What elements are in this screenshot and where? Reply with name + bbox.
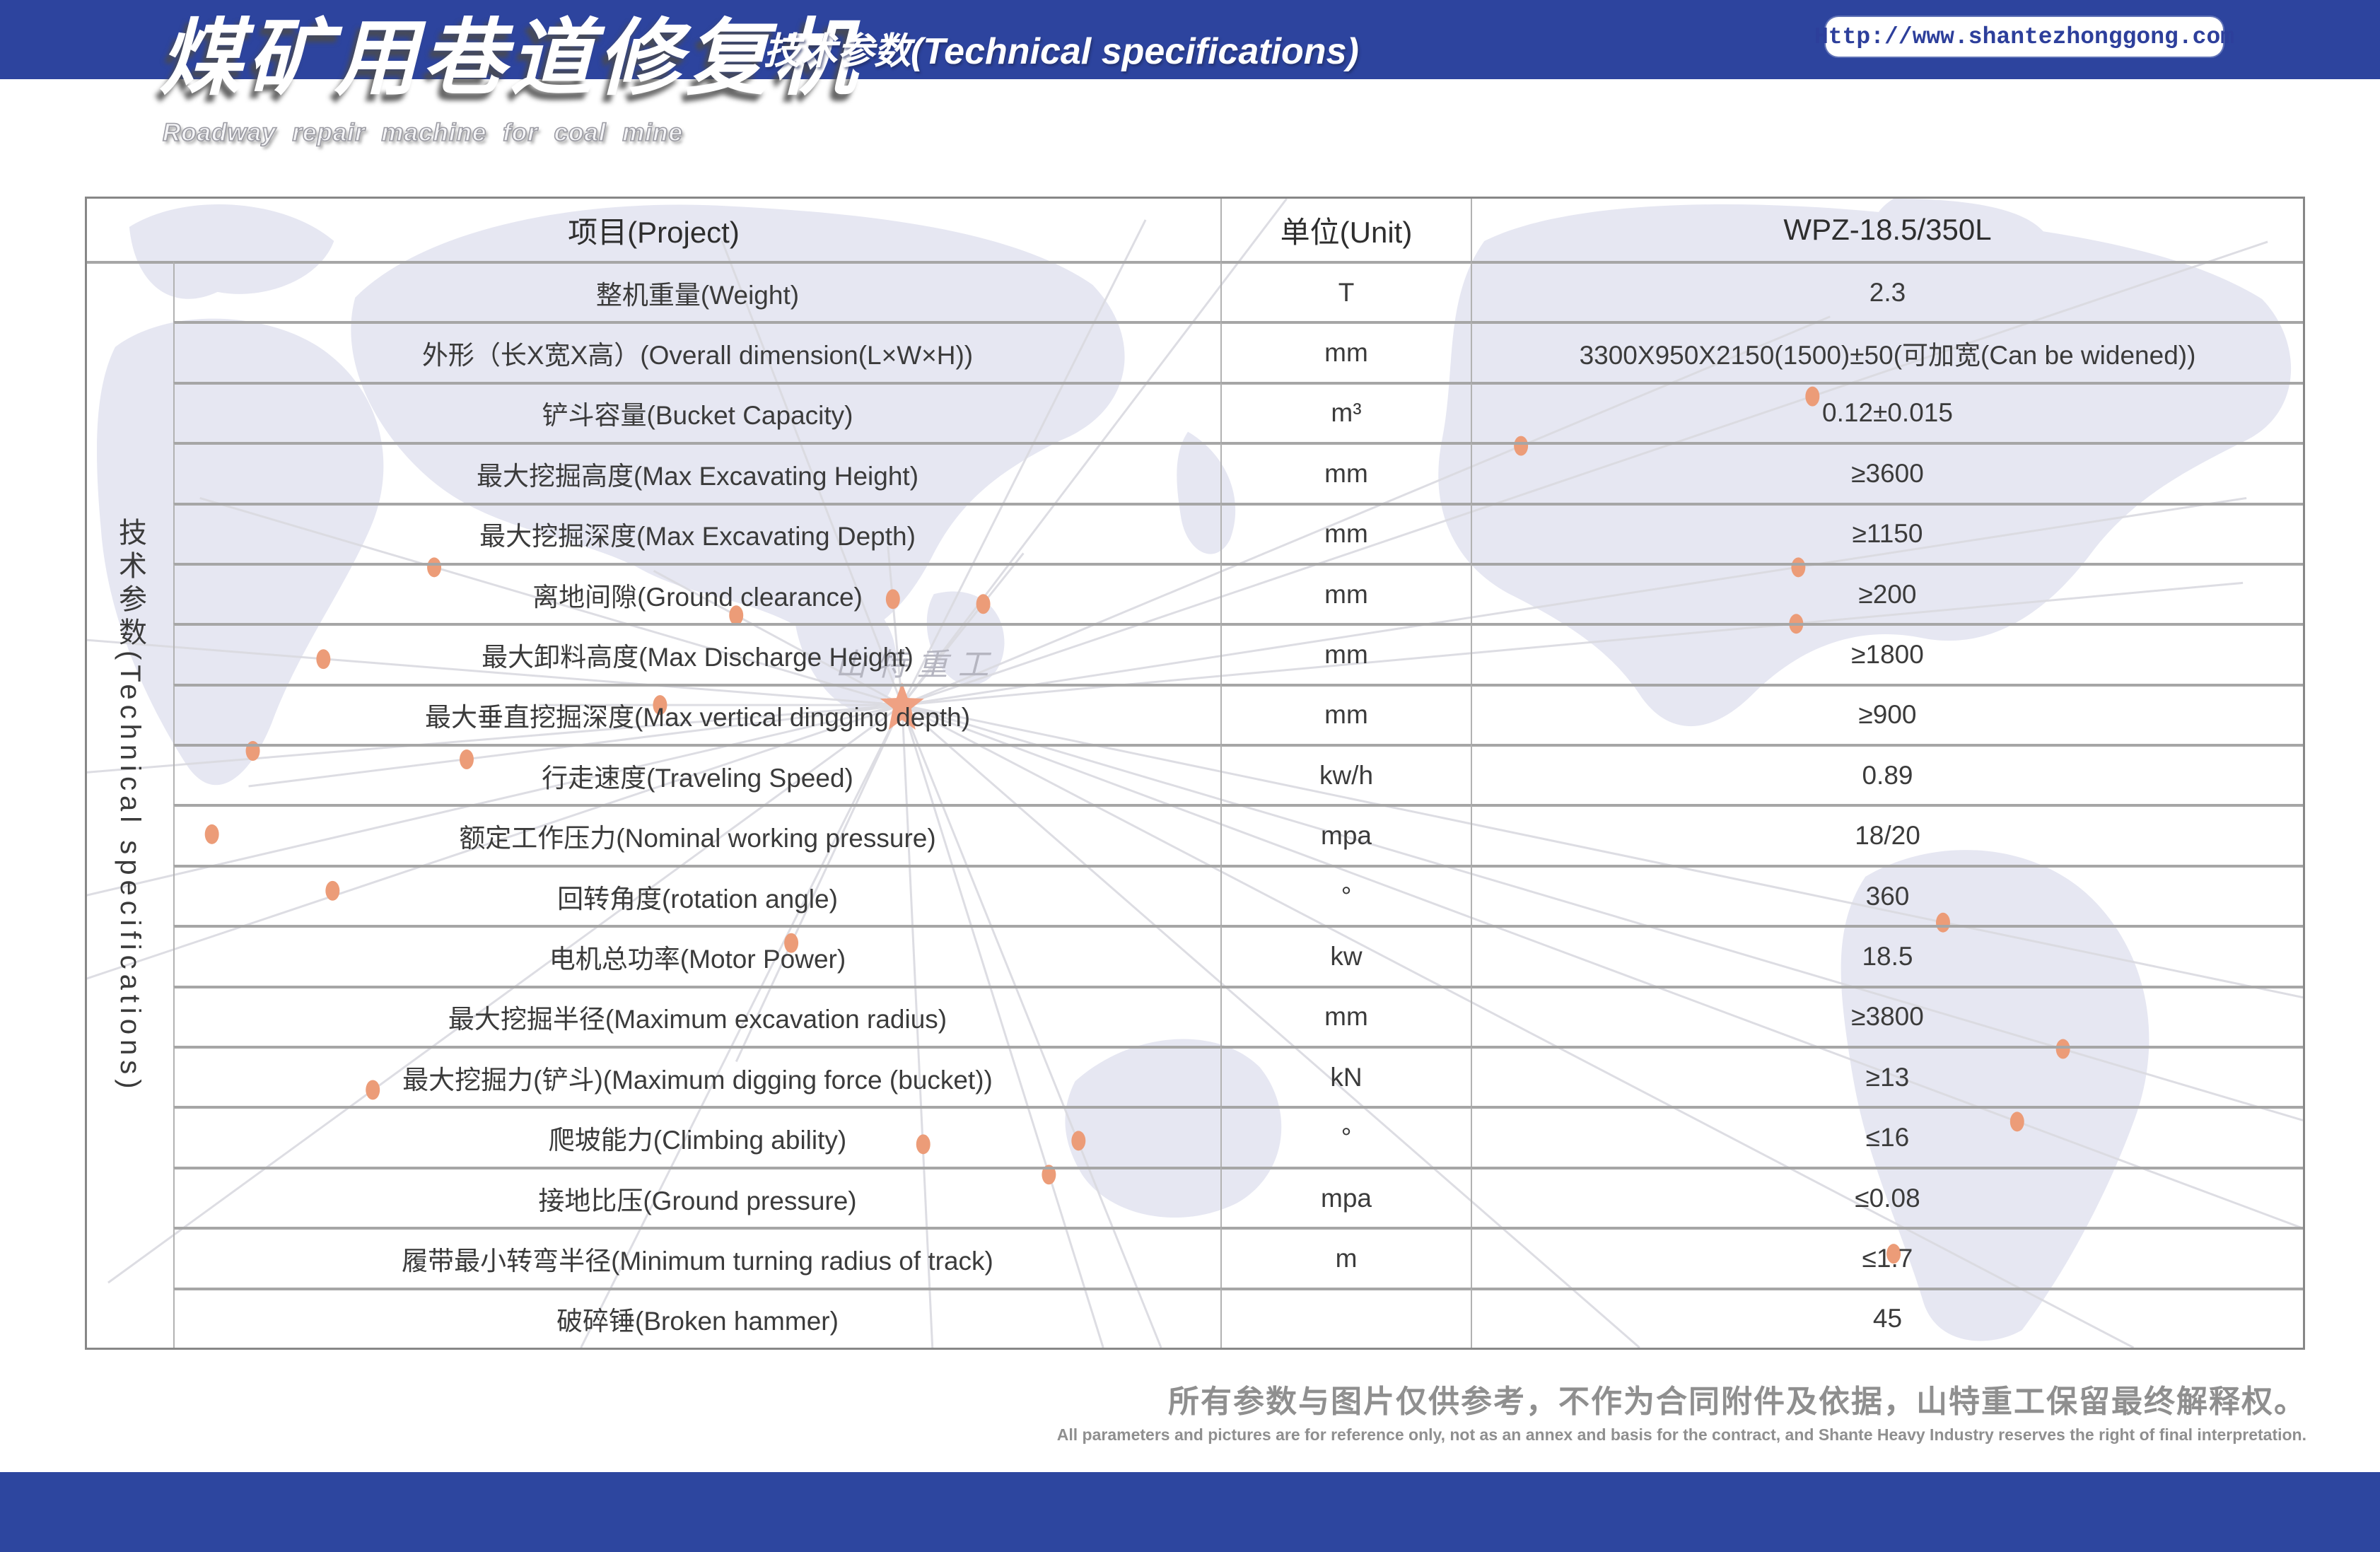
website-pill[interactable]: Http://www.shantezhonggong.com [1826,17,2223,57]
spec-unit-cell: mm [1220,321,1471,381]
spec-unit-cell: ° [1220,1106,1471,1166]
column-header-model: WPZ-18.5/350L [1471,199,2303,261]
page-title: 技术参数(Technical specifications) [764,21,1359,74]
column-header-unit: 单位(Unit) [1220,199,1471,261]
spec-unit-cell: mm [1220,986,1471,1046]
spec-value-cell: 45 [1471,1288,2303,1348]
disclaimer-block: 所有参数与图片仅供参考，不作为合同附件及依据，山特重工保留最终解释权。 All … [1057,1376,2306,1445]
spec-name-cell: 最大卸料高度(Max Discharge Height) [173,623,1220,683]
spec-name-cell: 整机重量(Weight) [173,261,1220,321]
spec-unit-cell: ° [1220,865,1471,925]
spec-unit-cell: kw/h [1220,744,1471,804]
spec-name-cell: 最大挖掘高度(Max Excavating Height) [173,442,1220,502]
spec-unit-cell: mpa [1220,804,1471,864]
spec-unit-cell: T [1220,261,1471,321]
spec-name-cell: 铲斗容量(Bucket Capacity) [173,382,1220,442]
spec-table: 山特重工 项目(Project) 单位(Unit) WPZ-18.5/350L … [85,197,2305,1350]
spec-value-cell: 0.89 [1471,744,2303,804]
spec-name-cell: 最大垂直挖掘深度(Max vertical dingging depth) [173,684,1220,744]
spec-unit-cell: m³ [1220,382,1471,442]
spec-name-cell: 行走速度(Traveling Speed) [173,744,1220,804]
disclaimer-zh: 所有参数与图片仅供参考，不作为合同附件及依据，山特重工保留最终解释权。 [1057,1376,2306,1421]
spec-value-cell: 18/20 [1471,804,2303,864]
spec-name-cell: 最大挖掘深度(Max Excavating Depth) [173,503,1220,563]
spec-value-cell: 18.5 [1471,925,2303,985]
spec-value-cell: ≥1800 [1471,623,2303,683]
spec-name-cell: 最大挖掘力(铲斗)(Maximum digging force (bucket)… [173,1046,1220,1106]
spec-name-cell: 履带最小转弯半径(Minimum turning radius of track… [173,1227,1220,1287]
spec-value-cell: ≤16 [1471,1106,2303,1166]
spec-value-cell: ≥200 [1471,563,2303,623]
spec-name-cell: 最大挖掘半径(Maximum excavation radius) [173,986,1220,1046]
spec-unit-cell: kN [1220,1046,1471,1106]
spec-value-cell: 0.12±0.015 [1471,382,2303,442]
column-header-project: 项目(Project) [87,199,1220,261]
spec-unit-cell: kw [1220,925,1471,985]
spec-value-cell: 360 [1471,865,2303,925]
spec-unit-cell: m [1220,1227,1471,1287]
spec-name-cell: 外形（长X宽X高）(Overall dimension(L×W×H)) [173,321,1220,381]
spec-value-cell: ≥3600 [1471,442,2303,502]
brand-title: 煤矿用巷道修复机 [159,11,861,107]
spec-name-cell: 回转角度(rotation angle) [173,865,1220,925]
spec-name-cell: 电机总功率(Motor Power) [173,925,1220,985]
brand-subtitle: Roadway repair machine for coal mine [163,119,683,147]
spec-value-cell: ≤0.08 [1471,1167,2303,1227]
spec-name-cell: 离地间隙(Ground clearance) [173,563,1220,623]
spec-value-cell: ≤1.7 [1471,1227,2303,1287]
spec-name-cell: 爬坡能力(Climbing ability) [173,1106,1220,1166]
spec-unit-cell: mm [1220,684,1471,744]
spec-sheet-page: 煤矿用巷道修复机 Roadway repair machine for coal… [0,0,2380,1552]
spec-value-cell: ≥900 [1471,684,2303,744]
spec-name-cell: 破碎锤(Broken hammer) [173,1288,1220,1348]
spec-unit-cell: mpa [1220,1167,1471,1227]
side-label-vertical: 技术参数(Technical specifications) [87,261,173,1348]
spec-unit-cell: mm [1220,442,1471,502]
website-url: Http://www.shantezhonggong.com [1814,24,2234,50]
disclaimer-en: All parameters and pictures are for refe… [1057,1425,2306,1445]
spec-grid: 项目(Project) 单位(Unit) WPZ-18.5/350L 技术参数(… [87,199,2303,1348]
spec-unit-cell [1220,1288,1471,1348]
spec-value-cell: 3300X950X2150(1500)±50(可加宽(Can be widene… [1471,321,2303,381]
footer-band [0,1472,2380,1552]
spec-value-cell: ≥3800 [1471,986,2303,1046]
spec-value-cell: ≥1150 [1471,503,2303,563]
spec-value-cell: ≥13 [1471,1046,2303,1106]
spec-name-cell: 额定工作压力(Nominal working pressure) [173,804,1220,864]
spec-name-cell: 接地比压(Ground pressure) [173,1167,1220,1227]
spec-unit-cell: mm [1220,503,1471,563]
spec-unit-cell: mm [1220,623,1471,683]
spec-unit-cell: mm [1220,563,1471,623]
spec-value-cell: 2.3 [1471,261,2303,321]
